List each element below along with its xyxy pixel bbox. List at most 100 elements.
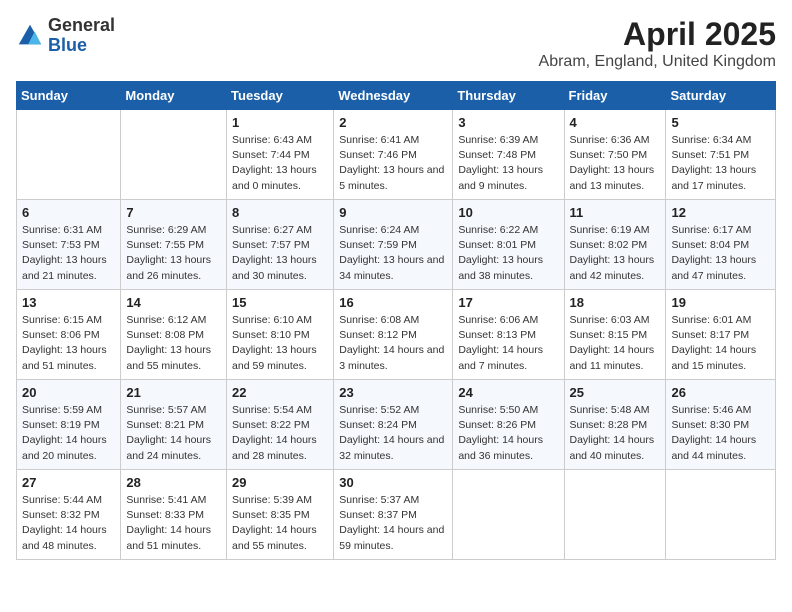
- calendar-cell: 5 Sunrise: 6:34 AM Sunset: 7:51 PM Daylig…: [666, 110, 776, 200]
- calendar-cell: 3Sunrise: 6:39 AM Sunset: 7:48 PM Daylig…: [453, 110, 564, 200]
- day-info: Sunrise: 6:41 AM Sunset: 7:46 PM Dayligh…: [339, 133, 447, 194]
- day-info: Sunrise: 6:10 AM Sunset: 8:10 PM Dayligh…: [232, 313, 328, 374]
- day-number: 30: [339, 475, 447, 490]
- day-number: 4: [570, 115, 661, 130]
- day-info: Sunrise: 6:15 AM Sunset: 8:06 PM Dayligh…: [22, 313, 115, 374]
- calendar-body: 1 Sunrise: 6:43 AM Sunset: 7:44 PM Daylig…: [17, 110, 776, 560]
- calendar-cell: 20 Sunrise: 5:59 AM Sunset: 8:19 PM Dayli…: [17, 380, 121, 470]
- day-info: Sunrise: 5:52 AM Sunset: 8:24 PM Dayligh…: [339, 403, 447, 464]
- calendar-cell: 17Sunrise: 6:06 AM Sunset: 8:13 PM Dayli…: [453, 290, 564, 380]
- logo-general: General: [48, 15, 115, 35]
- logo-text: General Blue: [48, 16, 115, 56]
- calendar-cell: 27Sunrise: 5:44 AM Sunset: 8:32 PM Dayli…: [17, 470, 121, 560]
- logo-icon: [16, 22, 44, 50]
- day-info: Sunrise: 6:22 AM Sunset: 8:01 PM Dayligh…: [458, 223, 558, 284]
- calendar-cell: [121, 110, 227, 200]
- day-number: 25: [570, 385, 661, 400]
- day-info: Sunrise: 6:03 AM Sunset: 8:15 PM Dayligh…: [570, 313, 661, 374]
- day-info: Sunrise: 6:24 AM Sunset: 7:59 PM Dayligh…: [339, 223, 447, 284]
- calendar-cell: 1 Sunrise: 6:43 AM Sunset: 7:44 PM Daylig…: [227, 110, 334, 200]
- calendar-cell: 28Sunrise: 5:41 AM Sunset: 8:33 PM Dayli…: [121, 470, 227, 560]
- calendar-cell: 8Sunrise: 6:27 AM Sunset: 7:57 PM Daylig…: [227, 200, 334, 290]
- day-info: Sunrise: 6:31 AM Sunset: 7:53 PM Dayligh…: [22, 223, 115, 284]
- page-header: General Blue April 2025 Abram, England, …: [16, 16, 776, 71]
- day-info: Sunrise: 5:48 AM Sunset: 8:28 PM Dayligh…: [570, 403, 661, 464]
- header-row: Sunday Monday Tuesday Wednesday Thursday…: [17, 82, 776, 110]
- calendar-cell: 22 Sunrise: 5:54 AM Sunset: 8:22 PM Dayli…: [227, 380, 334, 470]
- calendar-table: Sunday Monday Tuesday Wednesday Thursday…: [16, 81, 776, 560]
- day-number: 24: [458, 385, 558, 400]
- header-sunday: Sunday: [17, 82, 121, 110]
- day-number: 28: [126, 475, 221, 490]
- calendar-cell: 18Sunrise: 6:03 AM Sunset: 8:15 PM Dayli…: [564, 290, 666, 380]
- calendar-cell: [17, 110, 121, 200]
- header-wednesday: Wednesday: [334, 82, 453, 110]
- calendar-cell: 2 Sunrise: 6:41 AM Sunset: 7:46 PM Daylig…: [334, 110, 453, 200]
- calendar-cell: 29 Sunrise: 5:39 AM Sunset: 8:35 PM Dayli…: [227, 470, 334, 560]
- day-info: Sunrise: 6:39 AM Sunset: 7:48 PM Dayligh…: [458, 133, 558, 194]
- day-info: Sunrise: 5:37 AM Sunset: 8:37 PM Dayligh…: [339, 493, 447, 554]
- calendar-cell: 25 Sunrise: 5:48 AM Sunset: 8:28 PM Dayli…: [564, 380, 666, 470]
- day-number: 27: [22, 475, 115, 490]
- day-number: 6: [22, 205, 115, 220]
- day-info: Sunrise: 6:08 AM Sunset: 8:12 PM Dayligh…: [339, 313, 447, 374]
- day-info: Sunrise: 6:19 AM Sunset: 8:02 PM Dayligh…: [570, 223, 661, 284]
- day-info: Sunrise: 6:43 AM Sunset: 7:44 PM Dayligh…: [232, 133, 328, 194]
- calendar-cell: [564, 470, 666, 560]
- day-number: 13: [22, 295, 115, 310]
- calendar-cell: [666, 470, 776, 560]
- calendar-cell: 23 Sunrise: 5:52 AM Sunset: 8:24 PM Dayli…: [334, 380, 453, 470]
- day-number: 5: [671, 115, 770, 130]
- day-number: 2: [339, 115, 447, 130]
- day-info: Sunrise: 6:36 AM Sunset: 7:50 PM Dayligh…: [570, 133, 661, 194]
- day-info: Sunrise: 6:06 AM Sunset: 8:13 PM Dayligh…: [458, 313, 558, 374]
- header-friday: Friday: [564, 82, 666, 110]
- day-number: 7: [126, 205, 221, 220]
- day-info: Sunrise: 5:59 AM Sunset: 8:19 PM Dayligh…: [22, 403, 115, 464]
- calendar-cell: 11 Sunrise: 6:19 AM Sunset: 8:02 PM Dayli…: [564, 200, 666, 290]
- day-number: 1: [232, 115, 328, 130]
- day-number: 16: [339, 295, 447, 310]
- main-title: April 2025: [539, 16, 776, 53]
- day-number: 12: [671, 205, 770, 220]
- calendar-cell: 24Sunrise: 5:50 AM Sunset: 8:26 PM Dayli…: [453, 380, 564, 470]
- header-thursday: Thursday: [453, 82, 564, 110]
- day-number: 22: [232, 385, 328, 400]
- day-info: Sunrise: 6:34 AM Sunset: 7:51 PM Dayligh…: [671, 133, 770, 194]
- calendar-cell: 13 Sunrise: 6:15 AM Sunset: 8:06 PM Dayli…: [17, 290, 121, 380]
- day-number: 26: [671, 385, 770, 400]
- title-area: April 2025 Abram, England, United Kingdo…: [539, 16, 776, 71]
- day-info: Sunrise: 5:39 AM Sunset: 8:35 PM Dayligh…: [232, 493, 328, 554]
- day-number: 21: [126, 385, 221, 400]
- calendar-cell: 12Sunrise: 6:17 AM Sunset: 8:04 PM Dayli…: [666, 200, 776, 290]
- day-number: 11: [570, 205, 661, 220]
- calendar-cell: 21Sunrise: 5:57 AM Sunset: 8:21 PM Dayli…: [121, 380, 227, 470]
- calendar-week-4: 20 Sunrise: 5:59 AM Sunset: 8:19 PM Dayli…: [17, 380, 776, 470]
- header-saturday: Saturday: [666, 82, 776, 110]
- day-info: Sunrise: 5:54 AM Sunset: 8:22 PM Dayligh…: [232, 403, 328, 464]
- day-number: 9: [339, 205, 447, 220]
- calendar-header: Sunday Monday Tuesday Wednesday Thursday…: [17, 82, 776, 110]
- calendar-cell: 14Sunrise: 6:12 AM Sunset: 8:08 PM Dayli…: [121, 290, 227, 380]
- subtitle: Abram, England, United Kingdom: [539, 53, 776, 71]
- calendar-cell: 16 Sunrise: 6:08 AM Sunset: 8:12 PM Dayli…: [334, 290, 453, 380]
- day-number: 29: [232, 475, 328, 490]
- day-info: Sunrise: 6:27 AM Sunset: 7:57 PM Dayligh…: [232, 223, 328, 284]
- day-number: 14: [126, 295, 221, 310]
- calendar-cell: 10 Sunrise: 6:22 AM Sunset: 8:01 PM Dayli…: [453, 200, 564, 290]
- calendar-week-2: 6 Sunrise: 6:31 AM Sunset: 7:53 PM Daylig…: [17, 200, 776, 290]
- calendar-week-1: 1 Sunrise: 6:43 AM Sunset: 7:44 PM Daylig…: [17, 110, 776, 200]
- calendar-cell: 30 Sunrise: 5:37 AM Sunset: 8:37 PM Dayli…: [334, 470, 453, 560]
- day-number: 20: [22, 385, 115, 400]
- header-tuesday: Tuesday: [227, 82, 334, 110]
- day-info: Sunrise: 6:01 AM Sunset: 8:17 PM Dayligh…: [671, 313, 770, 374]
- calendar-cell: [453, 470, 564, 560]
- calendar-week-5: 27Sunrise: 5:44 AM Sunset: 8:32 PM Dayli…: [17, 470, 776, 560]
- day-number: 23: [339, 385, 447, 400]
- calendar-cell: 7Sunrise: 6:29 AM Sunset: 7:55 PM Daylig…: [121, 200, 227, 290]
- calendar-cell: 26Sunrise: 5:46 AM Sunset: 8:30 PM Dayli…: [666, 380, 776, 470]
- day-number: 10: [458, 205, 558, 220]
- day-number: 19: [671, 295, 770, 310]
- logo-blue: Blue: [48, 35, 87, 55]
- calendar-cell: 15Sunrise: 6:10 AM Sunset: 8:10 PM Dayli…: [227, 290, 334, 380]
